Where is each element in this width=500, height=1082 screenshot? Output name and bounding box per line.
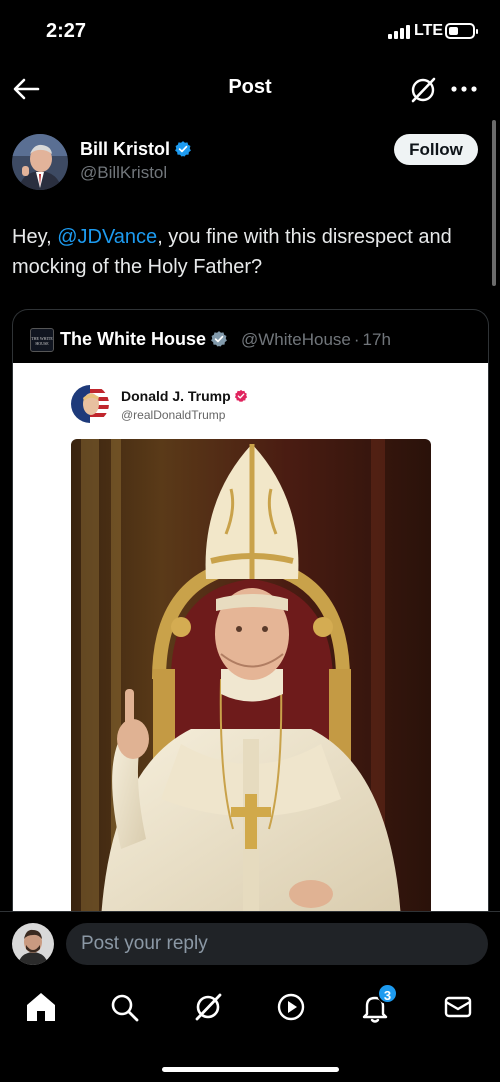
pope-portrait-image: [71, 439, 431, 911]
tab-home[interactable]: [23, 989, 59, 1025]
bottom-tab-bar: 3: [0, 975, 500, 1082]
meta-separator: ·: [353, 330, 360, 349]
tab-search[interactable]: [106, 989, 142, 1025]
quote-header: THE WHITE HOUSE The White House @WhiteHo…: [13, 310, 488, 362]
status-time: 2:27: [46, 20, 87, 42]
embedded-author-handle: @realDonaldTrump: [121, 408, 226, 422]
quote-media-image[interactable]: Donald J. Trump @realDonaldTrump: [13, 363, 488, 911]
network-label: LTE: [414, 22, 444, 39]
quoted-post[interactable]: THE WHITE HOUSE The White House @WhiteHo…: [12, 309, 489, 911]
tab-messages[interactable]: [440, 989, 476, 1025]
mail-icon: [444, 996, 472, 1018]
status-bar: 2:27 LTE: [0, 0, 500, 62]
author-handle[interactable]: @BillKristol: [80, 163, 167, 183]
quote-time: 17h: [362, 330, 391, 349]
quote-author-name[interactable]: The White House: [60, 329, 228, 350]
search-icon: [111, 994, 139, 1022]
white-house-logo: THE WHITE HOUSE: [30, 328, 54, 352]
post-text: Hey, @JDVance, you fine with this disres…: [12, 222, 482, 282]
home-icon: [27, 993, 55, 1021]
home-indicator[interactable]: [162, 1067, 339, 1072]
verified-icon: [175, 141, 191, 157]
current-user-avatar[interactable]: [12, 923, 54, 965]
author-name[interactable]: Bill Kristol: [80, 139, 192, 160]
reply-bar: [0, 911, 500, 975]
embedded-author-name: Donald J. Trump: [121, 388, 248, 404]
follow-button[interactable]: Follow: [394, 134, 478, 165]
notification-count-badge: 3: [377, 983, 398, 1004]
play-icon: [277, 993, 305, 1021]
embedded-avatar: [71, 385, 109, 423]
quote-meta: @WhiteHouse · 17h: [241, 330, 391, 350]
reply-input[interactable]: [66, 923, 488, 965]
tab-notifications[interactable]: 3: [357, 983, 398, 1025]
grok-icon: [195, 993, 222, 1021]
post-text-start: Hey,: [12, 226, 58, 248]
top-nav: Post: [0, 62, 500, 116]
more-icon[interactable]: [450, 82, 478, 96]
battery-icon: [445, 23, 478, 39]
pink-verified-icon: [234, 389, 247, 402]
grok-icon[interactable]: [408, 75, 438, 105]
back-arrow-icon[interactable]: [10, 74, 42, 104]
post-author: Bill Kristol @BillKristol Follow: [0, 130, 500, 190]
mention-link[interactable]: @JDVance: [57, 226, 157, 248]
quote-handle: @WhiteHouse: [241, 330, 351, 349]
avatar[interactable]: [12, 134, 68, 190]
signal-icon: [388, 25, 410, 39]
tab-grok[interactable]: [190, 989, 226, 1025]
gray-verified-icon: [211, 331, 227, 347]
tab-video[interactable]: [273, 989, 309, 1025]
